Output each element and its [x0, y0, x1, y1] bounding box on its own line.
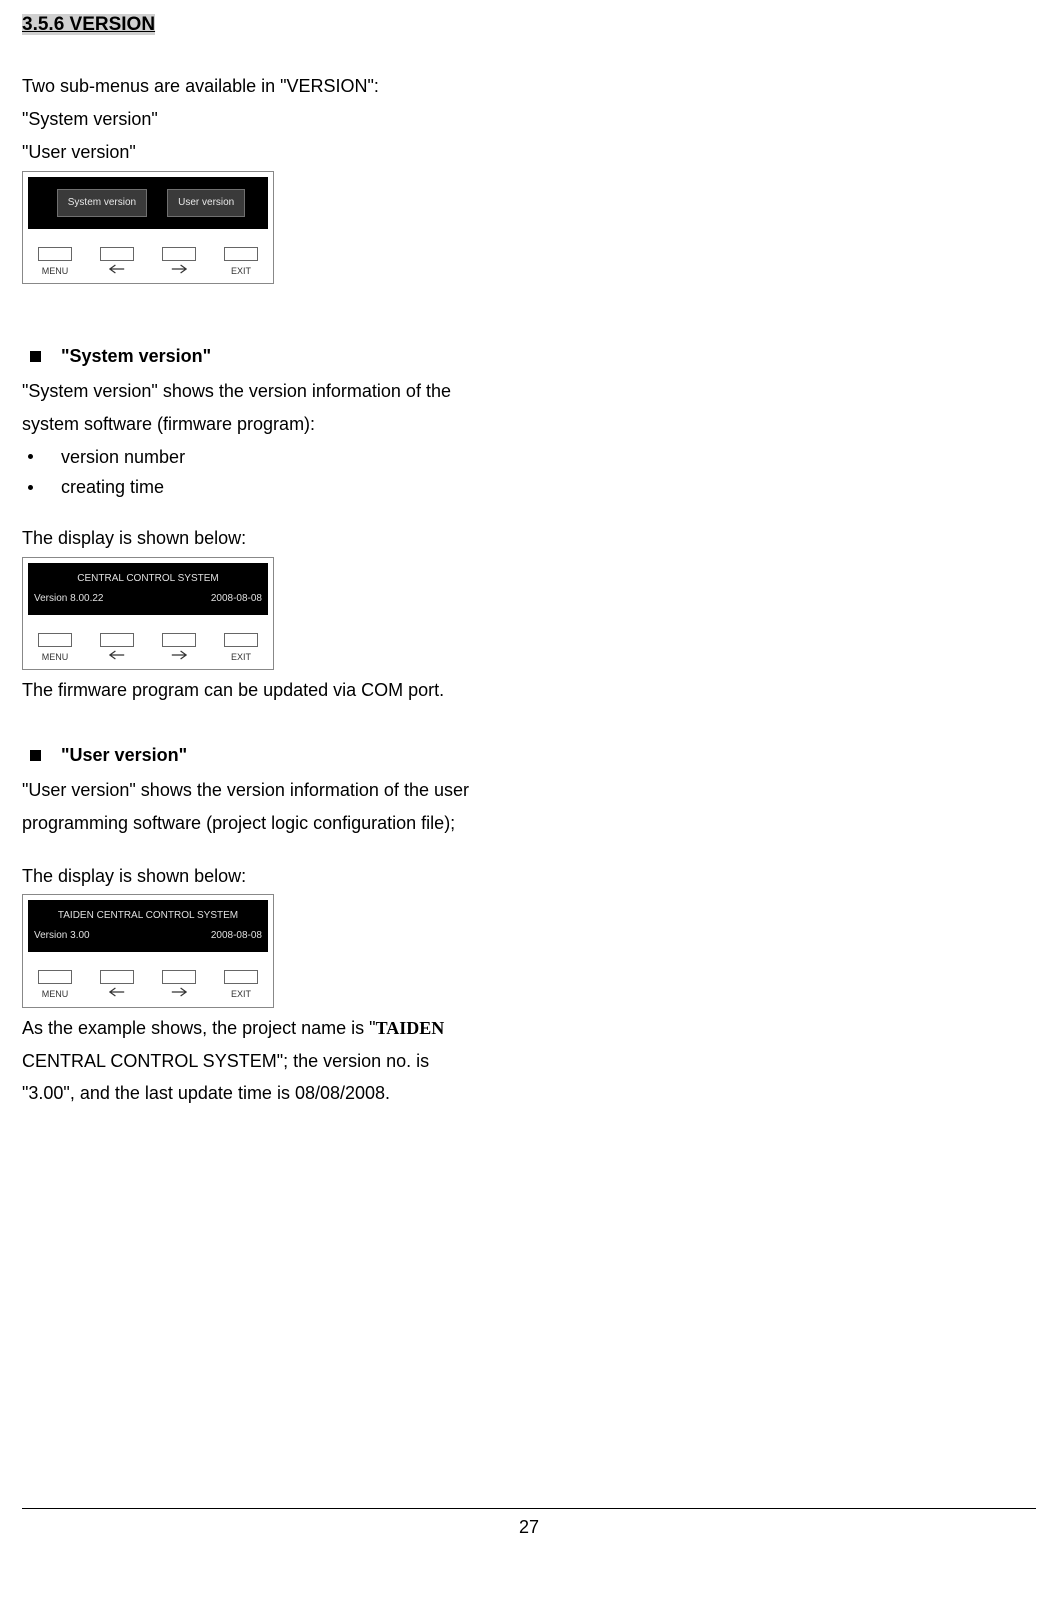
- lcd-hw-button-menu: [38, 970, 72, 984]
- userver-after1a: As the example shows, the project name i…: [22, 1018, 376, 1038]
- subheading-user-version: "User version": [61, 741, 187, 770]
- userver-desc2: programming software (project logic conf…: [22, 809, 582, 838]
- arrow-right-icon: [171, 987, 187, 997]
- lcd-btn-label-menu: MENU: [42, 264, 69, 278]
- intro-line2: "System version": [22, 105, 582, 134]
- lcd-btn-label-menu: MENU: [42, 987, 69, 1001]
- intro-line3: "User version": [22, 138, 582, 167]
- lcd-screen: System version User version: [28, 177, 268, 229]
- section-heading: 3.5.6 VERSION: [22, 14, 155, 35]
- lcd-hw-button-exit: [224, 970, 258, 984]
- intro-line1: Two sub-menus are available in "VERSION"…: [22, 72, 582, 101]
- lcd-panel-version-menu: System version User version MENU EXIT: [22, 171, 274, 284]
- lcd-hw-button-menu: [38, 247, 72, 261]
- arrow-left-icon: [109, 987, 125, 997]
- arrow-right-icon: [171, 264, 187, 274]
- lcd-tab-user-version: User version: [167, 189, 245, 217]
- lcd-screen: TAIDEN CENTRAL CONTROL SYSTEM Version 3.…: [28, 900, 268, 952]
- lcd-sys-version: Version 8.00.22: [34, 591, 104, 607]
- page-footer: 27: [22, 1508, 1036, 1542]
- lcd-user-title: TAIDEN CENTRAL CONTROL SYSTEM: [58, 908, 238, 924]
- userver-after1: As the example shows, the project name i…: [22, 1014, 582, 1043]
- userver-after3: "3.00", and the last update time is 08/0…: [22, 1079, 582, 1108]
- square-bullet-icon: [30, 351, 41, 362]
- lcd-panel-system-version: CENTRAL CONTROL SYSTEM Version 8.00.22 2…: [22, 557, 274, 670]
- userver-after2: CENTRAL CONTROL SYSTEM"; the version no.…: [22, 1047, 582, 1076]
- lcd-btn-label-exit: EXIT: [231, 987, 251, 1001]
- lcd-user-version: Version 3.00: [34, 928, 90, 944]
- lcd-hw-button-left: [100, 247, 134, 261]
- lcd-screen: CENTRAL CONTROL SYSTEM Version 8.00.22 2…: [28, 563, 268, 615]
- lcd-sys-date: 2008-08-08: [211, 591, 262, 607]
- page-number: 27: [519, 1517, 539, 1537]
- sysver-bullet1: version number: [61, 443, 185, 472]
- lcd-panel-user-version: TAIDEN CENTRAL CONTROL SYSTEM Version 3.…: [22, 894, 274, 1007]
- userver-display-label: The display is shown below:: [22, 862, 582, 891]
- lcd-hw-button-left: [100, 970, 134, 984]
- subheading-system-version: "System version": [61, 342, 211, 371]
- lcd-user-date: 2008-08-08: [211, 928, 262, 944]
- lcd-tab-system-version: System version: [57, 189, 147, 217]
- taiden-brand: TAIDEN: [376, 1018, 445, 1038]
- lcd-hw-button-right: [162, 970, 196, 984]
- lcd-btn-label-menu: MENU: [42, 650, 69, 664]
- lcd-hw-button-exit: [224, 247, 258, 261]
- lcd-sys-title: CENTRAL CONTROL SYSTEM: [77, 571, 219, 587]
- lcd-hw-button-exit: [224, 633, 258, 647]
- lcd-btn-label-exit: EXIT: [231, 650, 251, 664]
- lcd-hw-button-right: [162, 247, 196, 261]
- lcd-hw-button-left: [100, 633, 134, 647]
- userver-desc1: "User version" shows the version informa…: [22, 776, 582, 805]
- sysver-display-label: The display is shown below:: [22, 524, 582, 553]
- lcd-hw-button-right: [162, 633, 196, 647]
- sysver-bullet2: creating time: [61, 473, 164, 502]
- arrow-left-icon: [109, 264, 125, 274]
- lcd-btn-label-exit: EXIT: [231, 264, 251, 278]
- lcd-hw-button-menu: [38, 633, 72, 647]
- sysver-after: The firmware program can be updated via …: [22, 676, 582, 705]
- arrow-left-icon: [109, 650, 125, 660]
- sysver-desc2: system software (firmware program):: [22, 410, 582, 439]
- square-bullet-icon: [30, 750, 41, 761]
- dot-bullet-icon: [28, 485, 33, 490]
- dot-bullet-icon: [28, 454, 33, 459]
- arrow-right-icon: [171, 650, 187, 660]
- sysver-desc1: "System version" shows the version infor…: [22, 377, 582, 406]
